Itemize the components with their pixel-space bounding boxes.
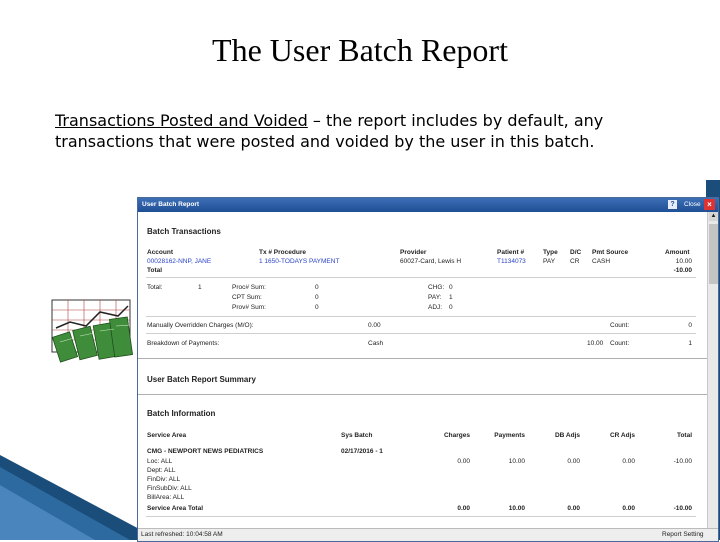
proc-sum-value: 0 — [315, 284, 319, 291]
area-total-cr-adjs: 0.00 — [622, 505, 635, 512]
filter-findiv: FinDiv: ALL — [147, 476, 181, 483]
window-title: User Batch Report — [142, 201, 200, 208]
override-label: Manually Overridden Charges (M/O): — [147, 322, 254, 329]
money-chart-clipart — [51, 299, 134, 363]
section-divider — [138, 394, 707, 395]
area-total-label: Service Area Total — [147, 505, 203, 512]
corner-decoration — [0, 455, 160, 540]
pay-label: PAY: — [428, 294, 442, 301]
report-setting-button[interactable]: Report Setting — [662, 531, 704, 538]
sum-total-label: Total: — [147, 284, 163, 291]
adj-label: ADJ: — [428, 304, 443, 311]
account-link[interactable]: 00028162-NNP, JANE — [147, 258, 211, 265]
area-total-payments: 10.00 — [508, 505, 525, 512]
divider — [146, 333, 696, 334]
scroll-thumb[interactable] — [709, 224, 718, 284]
area-total-total: -10.00 — [673, 505, 692, 512]
patient-link[interactable]: T1134073 — [497, 258, 526, 265]
scroll-up-icon[interactable]: ▲ — [709, 212, 718, 221]
chg-label: CHG: — [428, 284, 445, 291]
pay-value: 1 — [449, 294, 453, 301]
col-sys-batch: Sys Batch — [341, 432, 373, 439]
total-amount: -10.00 — [673, 267, 692, 274]
window-titlebar: User Batch Report ? Close × — [138, 198, 718, 212]
breakdown-label: Breakdown of Payments: — [147, 340, 220, 347]
breakdown-count-label: Count: — [610, 340, 630, 347]
summary-heading: User Batch Report Summary — [147, 375, 256, 384]
user-batch-report-window: User Batch Report ? Close × ▲ Batch Tran… — [137, 197, 719, 542]
col-patient: Patient # — [497, 249, 525, 256]
col-account: Account — [147, 249, 173, 256]
filter-billarea: BillArea: ALL — [147, 494, 185, 501]
help-icon[interactable]: ? — [668, 200, 677, 209]
divider — [146, 516, 696, 517]
pmt-source-value: CASH — [592, 258, 611, 265]
col-db-adjs: DB Adjs — [554, 432, 580, 439]
override-count: 0 — [688, 322, 692, 329]
total-value: -10.00 — [673, 458, 692, 465]
cpt-sum-value: 0 — [315, 294, 319, 301]
divider — [146, 316, 696, 317]
charges-value: 0.00 — [457, 458, 470, 465]
total-label: Total — [147, 267, 163, 274]
tx-procedure-link[interactable]: 1 1650-TODAYS PAYMENT — [259, 258, 339, 265]
slide-description: Transactions Posted and Voided – the rep… — [55, 110, 695, 152]
cpt-sum-label: CPT Sum: — [232, 294, 262, 301]
override-value: 0.00 — [368, 322, 381, 329]
col-amount: Amount — [665, 249, 690, 256]
divider — [146, 277, 696, 278]
filter-loc: Loc: ALL — [147, 458, 173, 465]
dc-value: CR — [570, 258, 580, 265]
col-total: Total — [676, 432, 692, 439]
payments-value: 10.00 — [508, 458, 525, 465]
batch-transactions-heading: Batch Transactions — [147, 227, 221, 236]
slide-title: The User Batch Report — [212, 32, 508, 68]
sum-total-value: 1 — [198, 284, 202, 291]
vertical-scrollbar[interactable]: ▲ — [707, 212, 718, 528]
sys-batch-value: 02/17/2016 - 1 — [341, 448, 383, 455]
col-service-area: Service Area — [147, 432, 187, 439]
batch-information-heading: Batch Information — [147, 409, 216, 418]
col-dc: D/C — [570, 249, 582, 256]
proc-sum-label: Proc# Sum: — [232, 284, 266, 291]
col-type: Type — [543, 249, 558, 256]
area-total-charges: 0.00 — [457, 505, 470, 512]
breakdown-type: Cash — [368, 340, 384, 347]
col-tx-procedure: Tx # Procedure — [259, 249, 306, 256]
area-total-db-adjs: 0.00 — [567, 505, 580, 512]
close-icon[interactable]: × — [704, 199, 715, 210]
description-term: Transactions Posted and Voided — [55, 111, 308, 130]
last-refreshed: Last refreshed: 10:04:58 AM — [141, 531, 223, 538]
col-provider: Provider — [400, 249, 427, 256]
col-charges: Charges — [443, 432, 470, 439]
breakdown-count: 1 — [688, 340, 692, 347]
override-count-label: Count: — [610, 322, 630, 329]
col-cr-adjs: CR Adjs — [609, 432, 635, 439]
section-divider — [138, 358, 707, 359]
filter-dept: Dept: ALL — [147, 467, 176, 474]
type-value: PAY — [543, 258, 556, 265]
provider-value: 60027-Card, Lewis H — [400, 258, 462, 265]
col-pmt-source: Pmt Source — [592, 249, 629, 256]
chg-value: 0 — [449, 284, 453, 291]
adj-value: 0 — [449, 304, 453, 311]
cr-adjs-value: 0.00 — [622, 458, 635, 465]
filter-finsubdiv: FinSubDiv: ALL — [147, 485, 192, 492]
prov-sum-value: 0 — [315, 304, 319, 311]
col-payments: Payments — [494, 432, 525, 439]
breakdown-amount: 10.00 — [587, 340, 604, 347]
amount-value: 10.00 — [675, 258, 692, 265]
prov-sum-label: Prov# Sum: — [232, 304, 266, 311]
db-adjs-value: 0.00 — [567, 458, 580, 465]
close-button[interactable]: Close — [684, 201, 701, 208]
service-area-value: CMG - NEWPORT NEWS PEDIATRICS — [147, 448, 264, 455]
